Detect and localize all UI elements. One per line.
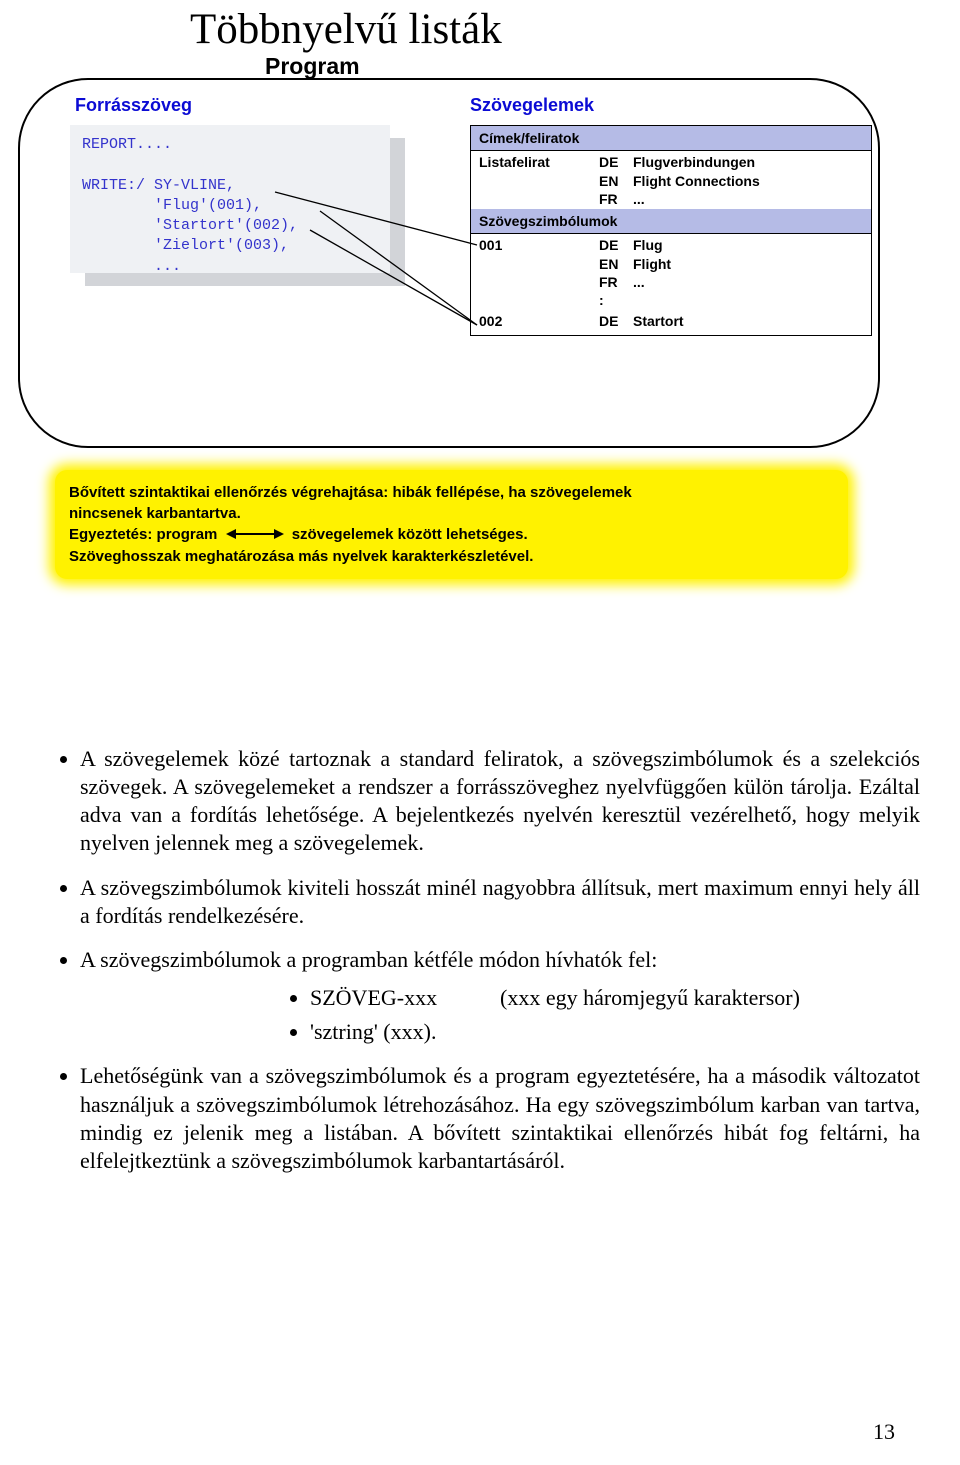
table-subrow: FR ... [471, 191, 871, 209]
text-elements-table: Címek/feliratok Listafelirat DE Flugverb… [470, 125, 872, 336]
body-text: A szövegelemek közé tartoznak a standard… [50, 745, 920, 1175]
table-header-symbols: Szövegszimbólumok [471, 209, 871, 234]
cell-id: 001 [479, 237, 599, 253]
slide-title: Többnyelvű listák [190, 5, 502, 54]
cell-lang: FR [599, 274, 633, 290]
highlight-l3-b: szövegelemek között lehetséges. [292, 526, 528, 543]
cell-colon: : [599, 292, 633, 308]
cell-text: Startort [633, 313, 863, 329]
bullet-3-text: A szövegszimbólumok a programban kétféle… [80, 947, 657, 972]
source-code-block: REPORT.... WRITE:/ SY-VLINE, 'Flug'(001)… [70, 125, 390, 273]
table-subrow: FR ... [471, 274, 871, 292]
highlight-line-4: Szöveghosszak meghatározása más nyelvek … [69, 546, 834, 567]
table-subrow: EN Flight Connections [471, 173, 871, 191]
cell-lang: DE [599, 237, 633, 253]
page-number: 13 [873, 1419, 895, 1445]
table-header-titles: Címek/feliratok [471, 126, 871, 151]
bullet-2: A szövegszimbólumok kiviteli hosszát min… [80, 874, 920, 930]
page: Többnyelvű listák Program Forrásszöveg S… [0, 0, 960, 1465]
highlight-line-2: nincsenek karbantartva. [69, 503, 834, 524]
highlight-line-3: Egyeztetés: program szövegelemek között … [69, 524, 834, 546]
cell-lang: DE [599, 154, 633, 170]
cell-text: Flugverbindungen [633, 154, 863, 170]
table-subrow: EN Flight [471, 256, 871, 274]
table-row-listafelirat: Listafelirat DE Flugverbindungen [471, 151, 871, 173]
bullet-4: Lehetőségünk van a szövegszimbólumok és … [80, 1062, 920, 1175]
cell-lang: EN [599, 256, 633, 272]
table-row-001: 001 DE Flug [471, 234, 871, 256]
cell-text: ... [633, 274, 863, 290]
sub1-desc: (xxx egy háromjegyű karaktersor) [500, 985, 800, 1010]
table-row-002: 002 DE Startort [471, 310, 871, 335]
table-subrow: : [471, 292, 871, 310]
sub-bullet-1: SZÖVEG-xxx(xxx egy háromjegyű karakterso… [310, 984, 920, 1012]
cell-text: Flight Connections [633, 173, 863, 189]
right-column-title: Szövegelemek [470, 95, 594, 116]
bullet-1: A szövegelemek közé tartoznak a standard… [80, 745, 920, 858]
cell-id: 002 [479, 313, 599, 329]
sub1-code: SZÖVEG-xxx [310, 984, 500, 1012]
sub-bullet-2: 'sztring' (xxx). [310, 1018, 920, 1046]
double-arrow-icon [226, 525, 284, 546]
highlight-line-1: Bővített szintaktikai ellenőrzés végreha… [69, 482, 834, 503]
left-column-title: Forrásszöveg [75, 95, 192, 116]
cell-text: Flug [633, 237, 863, 253]
slide-subtitle: Program [265, 53, 360, 80]
bullet-3: A szövegszimbólumok a programban kétféle… [80, 946, 920, 1046]
highlight-box: Bővített szintaktikai ellenőrzés végreha… [55, 470, 848, 579]
highlight-l3-a: Egyeztetés: program [69, 526, 217, 543]
cell-lang: DE [599, 313, 633, 329]
cell-lang: EN [599, 173, 633, 189]
cell-text: Flight [633, 256, 863, 272]
slide-diagram: Többnyelvű listák Program Forrásszöveg S… [0, 0, 900, 625]
cell-text: ... [633, 191, 863, 207]
cell-label: Listafelirat [479, 154, 599, 170]
cell-lang: FR [599, 191, 633, 207]
